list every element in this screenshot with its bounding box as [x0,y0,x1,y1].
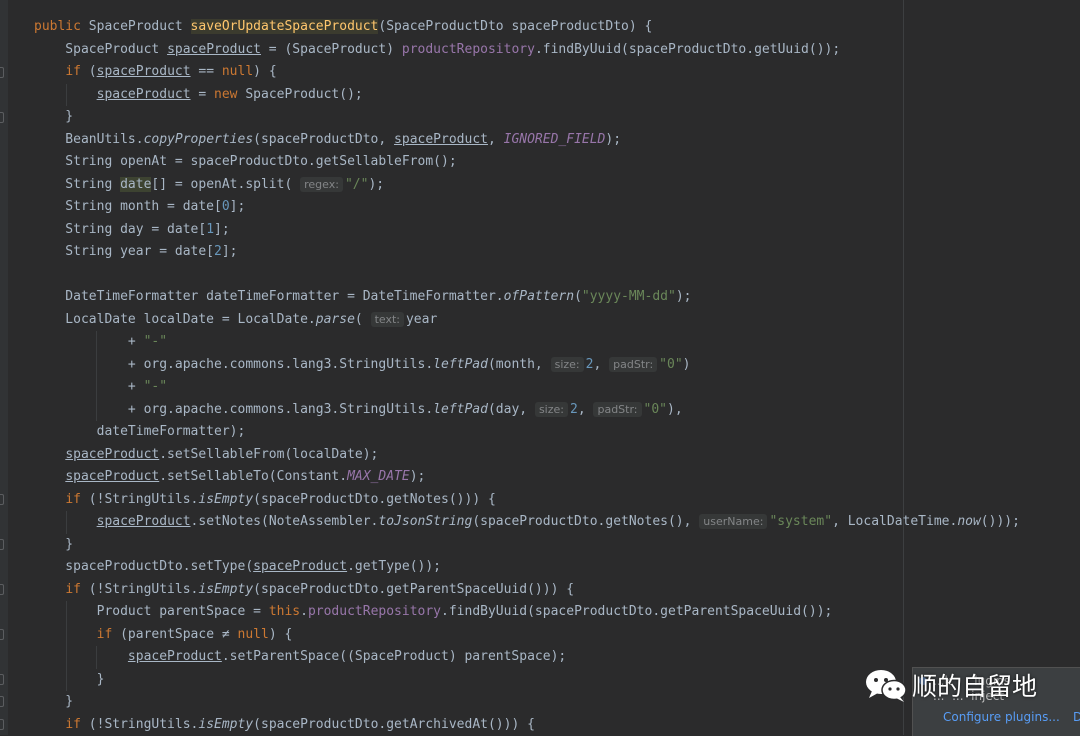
code-line: dateTimeFormatter); [34,421,1020,444]
fold-icon[interactable] [0,696,4,707]
param-hint: userName: [699,514,767,529]
code-line: } [34,534,1020,557]
code-line: spaceProduct.setNotes(NoteAssembler.toJs… [34,511,1020,534]
code-line: if (spaceProduct == null) { [34,61,1020,84]
notification-second-link[interactable]: D [1073,710,1080,724]
code-line: spaceProduct.setParentSpace((SpaceProduc… [34,646,1020,669]
code-line: + org.apache.commons.lang3.StringUtils.l… [34,354,1020,377]
fold-icon[interactable] [0,629,4,640]
param-hint: padStr: [593,402,641,417]
code-line: if (!StringUtils.isEmpty(spaceProductDto… [34,714,1020,736]
code-line: if (!StringUtils.isEmpty(spaceProductDto… [34,579,1020,602]
code-line: spaceProduct.setSellableTo(Constant.MAX_… [34,466,1020,489]
code-line: spaceProduct = new SpaceProduct(); [34,84,1020,107]
code-line: spaceProduct.setSellableFrom(localDate); [34,444,1020,467]
code-line: String year = date[2]; [34,241,1020,264]
fold-icon[interactable] [0,67,4,78]
code-line: String openAt = spaceProductDto.getSella… [34,151,1020,174]
watermark-text: 顺的自留地 [912,667,1037,703]
code-line: } [34,106,1020,129]
param-hint: regex: [300,177,343,192]
param-hint: size: [535,402,568,417]
wechat-logo-icon [864,667,908,703]
code-line: String day = date[1]; [34,219,1020,242]
param-hint: text: [371,312,404,327]
param-hint: size: [551,357,584,372]
code-line: DateTimeFormatter dateTimeFormatter = Da… [34,286,1020,309]
code-line: spaceProductDto.setType(spaceProduct.get… [34,556,1020,579]
code-line: Product parentSpace = this.productReposi… [34,601,1020,624]
fold-icon[interactable] [0,584,4,595]
wechat-watermark: 顺的自留地 [864,667,1037,703]
code-line [34,264,1020,287]
fold-icon[interactable] [0,719,4,730]
editor-gutter [0,0,8,735]
code-line: String date[] = openAt.split( regex:"/")… [34,174,1020,197]
code-line: + "-" [34,331,1020,354]
fold-icon[interactable] [0,112,4,123]
code-line: public SpaceProduct saveOrUpdateSpacePro… [34,16,1020,39]
code-line: BeanUtils.copyProperties(spaceProductDto… [34,129,1020,152]
code-line: LocalDate localDate = LocalDate.parse( t… [34,309,1020,332]
fold-icon[interactable] [0,494,4,505]
code-line: if (!StringUtils.isEmpty(spaceProductDto… [34,489,1020,512]
code-line: + org.apache.commons.lang3.StringUtils.l… [34,399,1020,422]
fold-icon[interactable] [0,539,4,550]
code-editor[interactable]: public SpaceProduct saveOrUpdateSpacePro… [34,16,1020,736]
code-line: String month = date[0]; [34,196,1020,219]
param-hint: padStr: [609,357,657,372]
fold-icon[interactable] [0,674,4,685]
code-line: SpaceProduct spaceProduct = (SpaceProduc… [34,39,1020,62]
code-line: if (parentSpace ≠ null) { [34,624,1020,647]
code-line: + "-" [34,376,1020,399]
configure-plugins-link[interactable]: Configure plugins... [943,710,1060,724]
